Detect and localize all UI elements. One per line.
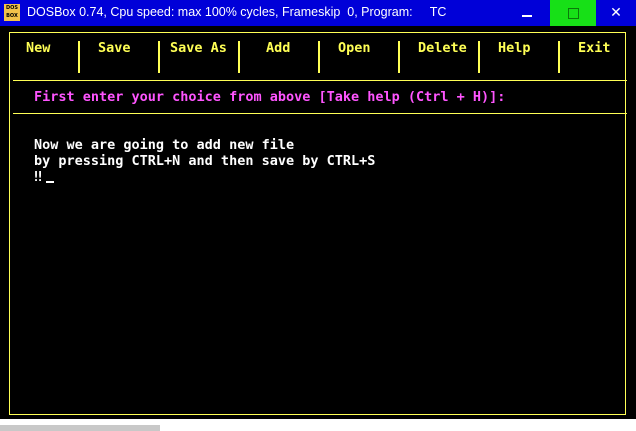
menu-separator (318, 41, 320, 73)
menu-separator (78, 41, 80, 73)
divider-top (13, 80, 627, 81)
close-button[interactable]: ✕ (596, 0, 636, 26)
menu-item-exit[interactable]: Exit (578, 40, 611, 56)
maximize-icon (567, 7, 579, 19)
menu-separator (158, 41, 160, 73)
menu-item-new[interactable]: New (26, 40, 50, 56)
menu-item-save[interactable]: Save (98, 40, 131, 56)
close-icon: ✕ (610, 5, 622, 21)
taskbar-edge (0, 419, 636, 431)
divider-bottom (13, 113, 627, 114)
dos-screen[interactable]: New Save Save As Add Open Delete Help Ex… (3, 27, 633, 419)
menu-item-help[interactable]: Help (498, 40, 531, 56)
window-title: DOSBox 0.74, Cpu speed: max 100% cycles,… (27, 5, 447, 19)
maximize-button[interactable] (550, 0, 596, 26)
menu-item-delete[interactable]: Delete (418, 40, 467, 56)
minimize-icon (522, 15, 532, 17)
menu-separator (558, 41, 560, 73)
menu-item-save-as[interactable]: Save As (170, 40, 227, 56)
menu-item-add[interactable]: Add (266, 40, 290, 56)
menu-separator (238, 41, 240, 73)
dosbox-icon[interactable]: DOS BOX (4, 4, 20, 21)
output-line-3: ‼ (34, 169, 43, 185)
prompt-text: First enter your choice from above [Take… (34, 89, 506, 105)
menu-separator (478, 41, 480, 73)
menu-separator (398, 41, 400, 73)
title-bar[interactable]: DOS BOX DOSBox 0.74, Cpu speed: max 100%… (0, 0, 636, 26)
output-line-2: by pressing CTRL+N and then save by CTRL… (34, 153, 376, 169)
minimize-button[interactable] (504, 0, 550, 26)
text-cursor (46, 181, 54, 183)
menu-item-open[interactable]: Open (338, 40, 371, 56)
output-line-1: Now we are going to add new file (34, 137, 295, 153)
